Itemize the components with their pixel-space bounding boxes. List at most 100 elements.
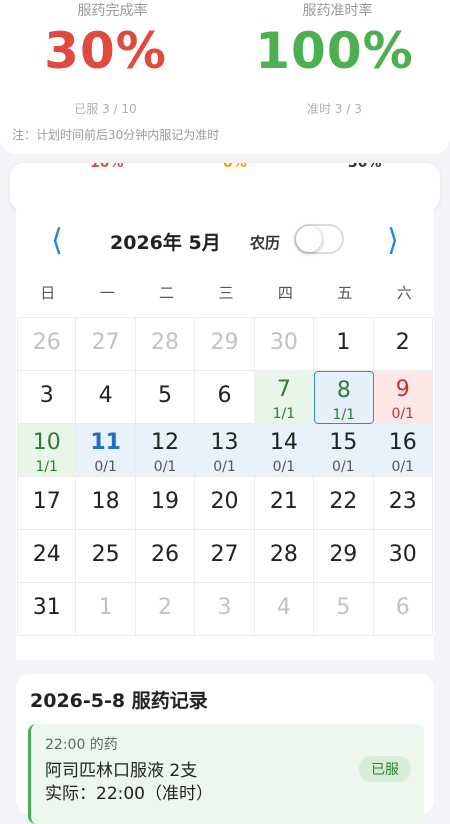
dose-count: 1/1 <box>35 459 58 475</box>
chevron-left-icon: ⟨ <box>51 222 63 258</box>
day-number: 12 <box>151 430 180 455</box>
dose-count: 0/1 <box>213 459 236 475</box>
calendar-day[interactable]: 25 <box>76 530 136 583</box>
calendar-day[interactable]: 4 <box>76 371 136 424</box>
calendar-day[interactable]: 30 <box>254 318 315 371</box>
calendar-day[interactable]: 5 <box>135 371 196 424</box>
day-number: 7 <box>276 377 291 402</box>
calendar-card: ⟨ 2026年 5月 农历 ⟩ 日一二三四五六 26 27 28 29 30 1 2 3 4 5 6… <box>16 198 434 660</box>
toggle-knob <box>296 226 322 252</box>
calendar-day[interactable]: 27 <box>195 530 255 583</box>
calendar-day[interactable]: 31 <box>17 583 77 636</box>
calendar-day[interactable]: 16 0/1 <box>373 424 433 477</box>
calendar-day[interactable]: 1 <box>76 583 136 636</box>
calendar-day[interactable]: 21 <box>254 477 315 530</box>
day-number: 30 <box>388 542 417 567</box>
day-number: 13 <box>210 430 239 455</box>
medication-records-card: 2026-5-8 服药记录 22:00 的药 阿司匹林口服液 2支 实际：22:… <box>16 674 434 824</box>
calendar-day[interactable]: 18 <box>76 477 136 530</box>
calendar-day[interactable]: 3 <box>195 583 255 636</box>
completion-rate-value: 30% <box>44 22 167 80</box>
record-item[interactable]: 22:00 的药 阿司匹林口服液 2支 实际：22:00（准时） 已服 <box>28 724 424 824</box>
calendar-day[interactable]: 29 <box>195 318 255 371</box>
calendar-day[interactable]: 7 1/1 <box>254 371 315 424</box>
calendar-day[interactable]: 24 <box>17 530 77 583</box>
dose-count: 0/1 <box>332 459 355 475</box>
day-number: 31 <box>32 595 61 620</box>
calendar-day[interactable]: 1 <box>314 318 374 371</box>
calendar-day[interactable]: 26 <box>135 530 196 583</box>
day-number: 14 <box>269 430 298 455</box>
day-number: 2 <box>395 330 410 355</box>
calendar-day[interactable]: 28 <box>135 318 196 371</box>
dose-count: 0/1 <box>272 459 296 475</box>
calendar-day[interactable]: 30 <box>373 530 433 583</box>
calendar-day[interactable]: 27 <box>76 318 136 371</box>
record-status-badge: 已服 <box>359 756 411 782</box>
calendar-day[interactable]: 9 0/1 <box>373 371 433 424</box>
day-number: 1 <box>336 330 351 355</box>
calendar-day[interactable]: 19 <box>135 477 196 530</box>
calendar-day[interactable]: 6 <box>195 371 255 424</box>
weekday-label: 三 <box>218 284 234 302</box>
calendar-day[interactable]: 22 <box>314 477 374 530</box>
day-number: 5 <box>336 595 351 620</box>
day-number: 6 <box>217 383 232 408</box>
calendar-day[interactable]: 8 1/1 <box>314 371 374 424</box>
calendar-day[interactable]: 5 <box>314 583 374 636</box>
calendar-day[interactable]: 15 0/1 <box>314 424 374 477</box>
calendar-day[interactable]: 4 <box>254 583 315 636</box>
weekday-label: 一 <box>99 284 115 302</box>
peek-value: 30% <box>348 163 382 171</box>
completion-rate-detail: 已服 3 / 10 <box>74 102 137 116</box>
weekday-label: 六 <box>396 284 412 302</box>
dose-count: 0/1 <box>391 406 414 422</box>
weekday-label: 五 <box>337 284 353 302</box>
calendar-day[interactable]: 26 <box>17 318 77 371</box>
dose-count: 1/1 <box>332 407 356 423</box>
calendar-day[interactable]: 2 <box>135 583 196 636</box>
calendar-day[interactable]: 3 <box>17 371 77 424</box>
day-number: 16 <box>388 430 417 455</box>
dose-count: 1/1 <box>272 406 296 422</box>
calendar-day[interactable]: 12 0/1 <box>135 424 196 477</box>
day-number: 20 <box>210 489 239 514</box>
calendar-header: ⟨ 2026年 5月 农历 ⟩ <box>16 198 434 284</box>
prev-month-button[interactable]: ⟨ <box>42 222 72 258</box>
day-number: 15 <box>329 430 358 455</box>
calendar-day[interactable]: 17 <box>17 477 77 530</box>
weekday-label: 四 <box>277 284 293 302</box>
calendar-day[interactable]: 28 <box>254 530 315 583</box>
weekday-header-row: 日一二三四五六 <box>18 282 434 308</box>
day-number: 23 <box>388 489 417 514</box>
peek-value: 0% <box>223 163 247 171</box>
calendar-day[interactable]: 2 <box>373 318 433 371</box>
weekday-label: 日 <box>40 284 56 302</box>
day-number: 10 <box>32 430 61 455</box>
calendar-day[interactable]: 20 <box>195 477 255 530</box>
stats-card: 服药完成率 30% 已服 3 / 10 服药准时率 100% 准时 3 / 3 … <box>0 0 450 154</box>
record-actual-time: 实际：22:00（准时） <box>45 784 213 804</box>
calendar-day[interactable]: 13 0/1 <box>195 424 255 477</box>
calendar-day[interactable]: 11 0/1 <box>76 424 136 477</box>
ontime-rate-value: 100% <box>255 22 414 80</box>
record-medication-name: 阿司匹林口服液 2支 <box>45 761 198 781</box>
calendar-day[interactable]: 10 1/1 <box>17 424 77 477</box>
completion-rate-label: 服药完成率 <box>77 3 148 19</box>
day-number: 18 <box>91 489 120 514</box>
day-number: 24 <box>32 542 61 567</box>
next-month-button[interactable]: ⟩ <box>378 222 408 258</box>
day-number: 2 <box>158 595 173 620</box>
dose-count: 0/1 <box>94 459 117 475</box>
day-number: 28 <box>269 542 298 567</box>
day-number: 29 <box>329 542 358 567</box>
lunar-toggle[interactable] <box>294 224 344 254</box>
calendar-day[interactable]: 29 <box>314 530 374 583</box>
day-number: 5 <box>158 383 173 408</box>
calendar-day[interactable]: 14 0/1 <box>254 424 315 477</box>
peek-value: 10% <box>90 163 124 171</box>
calendar-day[interactable]: 23 <box>373 477 433 530</box>
calendar-day[interactable]: 6 <box>373 583 433 636</box>
calendar-grid: 26 27 28 29 30 1 2 3 4 5 6 7 1/1 8 1/1 9 0/1 10 1/1 11 0/1 12… <box>17 317 433 636</box>
day-number: 3 <box>39 383 54 408</box>
